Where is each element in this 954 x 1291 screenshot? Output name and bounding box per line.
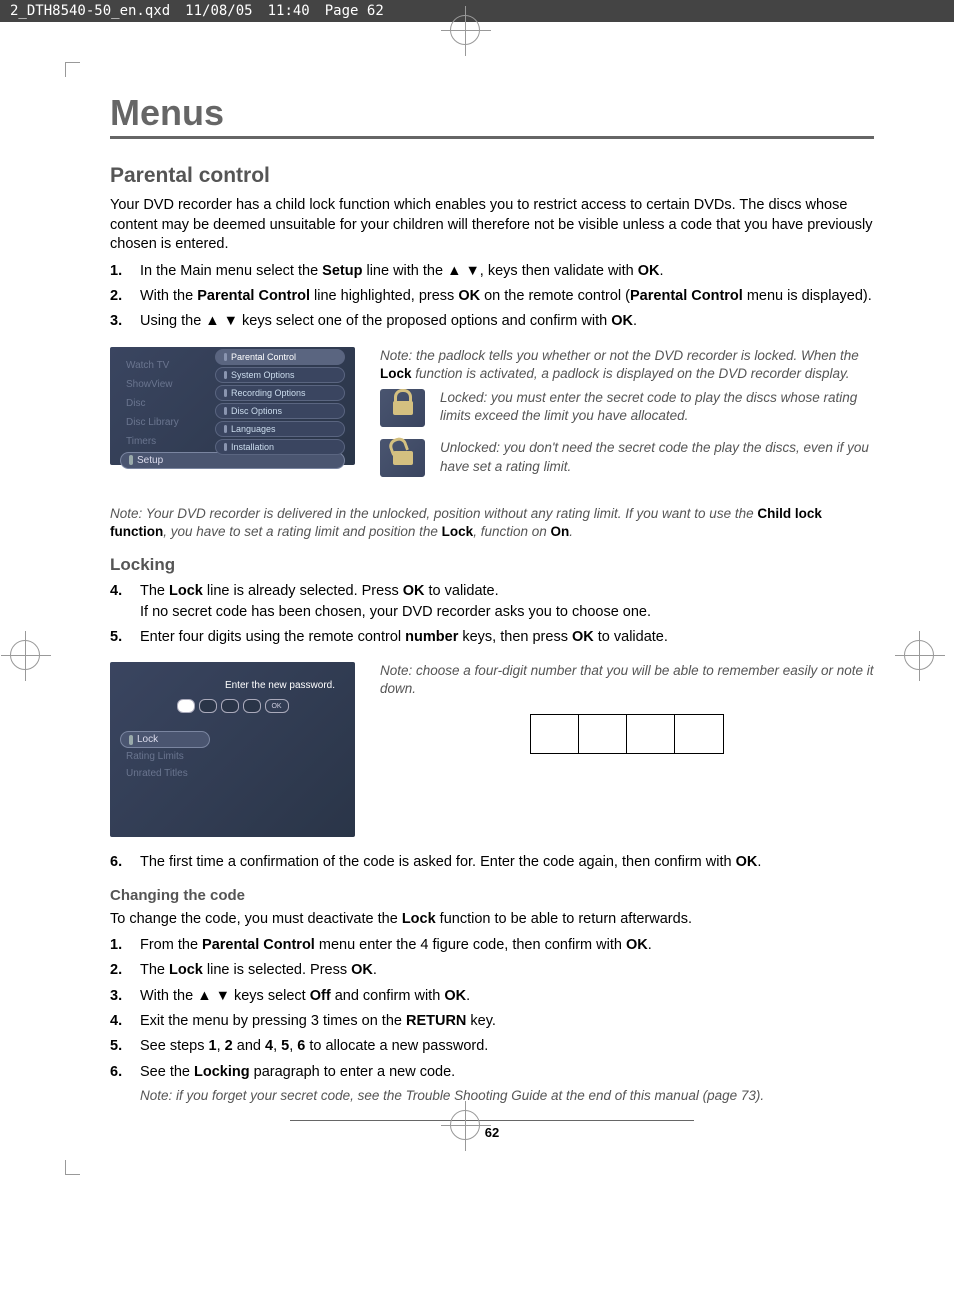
screenshot-row-1: Watch TV ShowView Disc Disc Library Time… bbox=[110, 347, 874, 490]
step-number: 1. bbox=[110, 261, 140, 281]
corner-mark bbox=[65, 1160, 80, 1175]
setup-menu-screenshot: Watch TV ShowView Disc Disc Library Time… bbox=[110, 347, 355, 465]
steps-list-1: 1. In the Main menu select the Setup lin… bbox=[110, 261, 874, 332]
changing-code-title: Changing the code bbox=[110, 887, 874, 904]
changing-intro: To change the code, you must deactivate … bbox=[110, 910, 874, 930]
page-frame: Menus Parental control Your DVD recorder… bbox=[80, 62, 904, 1160]
header-date: 11/08/05 bbox=[185, 3, 252, 19]
steps-list-3: 6. The first time a confirmation of the … bbox=[110, 852, 874, 872]
page-number: 62 bbox=[290, 1120, 694, 1140]
corner-mark bbox=[65, 62, 80, 77]
section-title: Parental control bbox=[110, 164, 874, 188]
menu-item: Unrated Titles bbox=[120, 765, 230, 782]
password-digit-box bbox=[221, 699, 239, 713]
step-number: 5. bbox=[110, 1036, 140, 1056]
note-delivered: Note: Your DVD recorder is delivered in … bbox=[110, 505, 874, 541]
header-time: 11:40 bbox=[268, 3, 310, 19]
step-item: 6. See the Locking paragraph to enter a … bbox=[110, 1062, 874, 1082]
step-number: 1. bbox=[110, 935, 140, 955]
locking-title: Locking bbox=[110, 555, 874, 575]
code-box bbox=[675, 715, 723, 753]
screenshot-row-2: Enter the new password. OK Lock Rating L… bbox=[110, 662, 874, 837]
header-filename: 2_DTH8540-50_en.qxd bbox=[10, 3, 170, 19]
step-item: 4. The Lock line is already selected. Pr… bbox=[110, 581, 874, 622]
code-entry-boxes bbox=[530, 714, 724, 754]
submenu-item: Disc Options bbox=[215, 403, 345, 419]
page-content: Menus Parental control Your DVD recorder… bbox=[80, 62, 904, 1160]
step-item: 1. In the Main menu select the Setup lin… bbox=[110, 261, 874, 281]
password-entry-screenshot: Enter the new password. OK Lock Rating L… bbox=[110, 662, 355, 837]
menu-lock: Lock bbox=[120, 731, 210, 748]
note-four-digit: Note: choose a four-digit number that yo… bbox=[380, 662, 874, 698]
password-ok: OK bbox=[265, 699, 289, 713]
step-item: 5. Enter four digits using the remote co… bbox=[110, 627, 874, 647]
step-item: 2. With the Parental Control line highli… bbox=[110, 286, 874, 306]
menu-item: Rating Limits bbox=[120, 748, 230, 765]
submenu-item: Recording Options bbox=[215, 385, 345, 401]
step-item: 3. Using the ▲ ▼ keys select one of the … bbox=[110, 311, 874, 331]
step-number: 2. bbox=[110, 286, 140, 306]
step-item: 6. The first time a confirmation of the … bbox=[110, 852, 874, 872]
submenu-item: Languages bbox=[215, 421, 345, 437]
header-page: Page 62 bbox=[325, 3, 384, 19]
submenu-parental-control: Parental Control bbox=[215, 349, 345, 365]
crop-mark-top bbox=[450, 15, 490, 55]
code-box bbox=[531, 715, 579, 753]
locked-icon bbox=[380, 389, 425, 427]
step-number: 6. bbox=[110, 852, 140, 872]
password-digit-box bbox=[199, 699, 217, 713]
note-padlock: Note: the padlock tells you whether or n… bbox=[380, 347, 874, 383]
step-item: 1. From the Parental Control menu enter … bbox=[110, 935, 874, 955]
step-number: 6. bbox=[110, 1062, 140, 1082]
intro-text: Your DVD recorder has a child lock funct… bbox=[110, 196, 874, 255]
step-item: 3. With the ▲ ▼ keys select Off and conf… bbox=[110, 986, 874, 1006]
unlocked-icon bbox=[380, 439, 425, 477]
step-number: 3. bbox=[110, 311, 140, 331]
step-number: 2. bbox=[110, 960, 140, 980]
step-number: 4. bbox=[110, 1011, 140, 1031]
note-forget-code: Note: if you forget your secret code, se… bbox=[140, 1087, 874, 1105]
step-number: 3. bbox=[110, 986, 140, 1006]
crop-mark-bottom bbox=[450, 1110, 490, 1150]
unlocked-description: Unlocked: you don't need the secret code… bbox=[440, 439, 874, 475]
password-digit-box bbox=[177, 699, 195, 713]
step-item: 5. See steps 1, 2 and 4, 5, 6 to allocat… bbox=[110, 1036, 874, 1056]
step-number: 4. bbox=[110, 581, 140, 622]
page-title: Menus bbox=[110, 92, 874, 139]
step-number: 5. bbox=[110, 627, 140, 647]
submenu-item: Installation bbox=[215, 439, 345, 455]
steps-list-2: 4. The Lock line is already selected. Pr… bbox=[110, 581, 874, 647]
submenu-item: System Options bbox=[215, 367, 345, 383]
step-item: 4. Exit the menu by pressing 3 times on … bbox=[110, 1011, 874, 1031]
crop-mark-left bbox=[10, 640, 50, 680]
code-box bbox=[579, 715, 627, 753]
password-digit-box bbox=[243, 699, 261, 713]
step-item: 2. The Lock line is selected. Press OK. bbox=[110, 960, 874, 980]
password-prompt: Enter the new password. bbox=[120, 680, 345, 691]
steps-list-4: 1. From the Parental Control menu enter … bbox=[110, 935, 874, 1082]
crop-mark-right bbox=[904, 640, 944, 680]
locked-description: Locked: you must enter the secret code t… bbox=[440, 389, 874, 425]
code-box bbox=[627, 715, 675, 753]
